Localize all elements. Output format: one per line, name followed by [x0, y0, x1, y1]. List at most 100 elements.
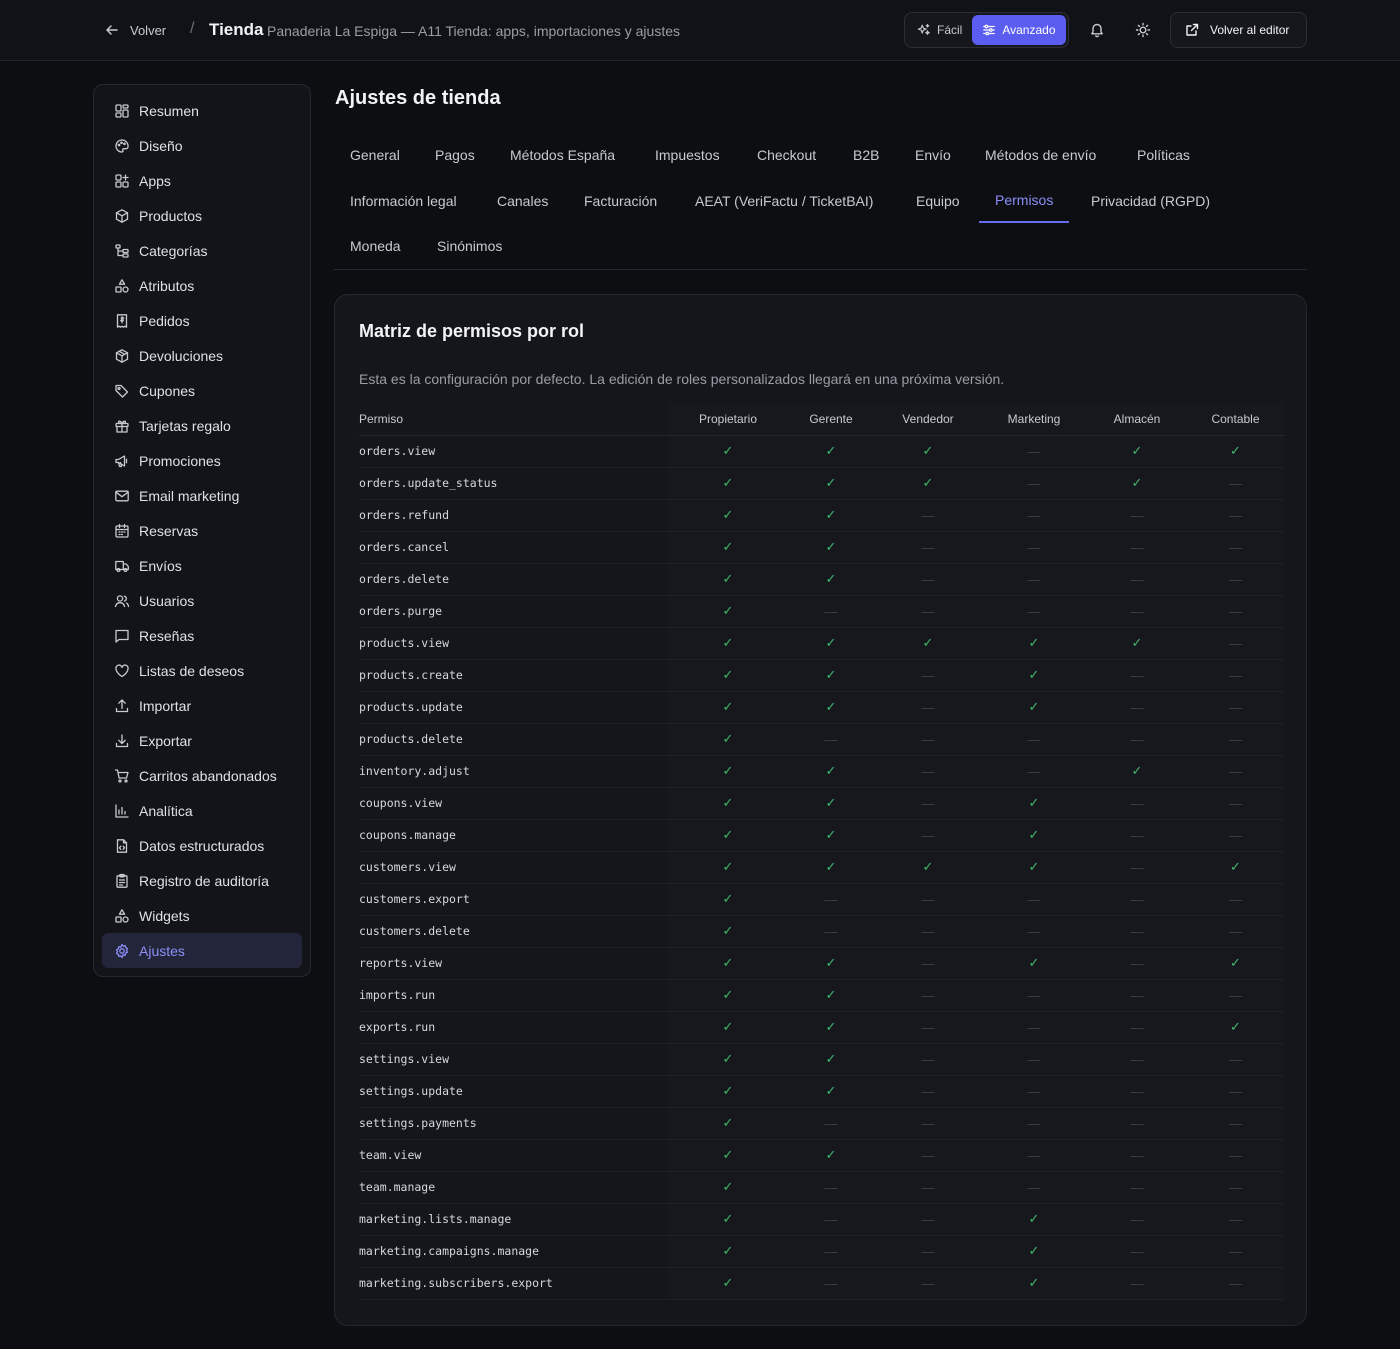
- tab-b2b[interactable]: B2B: [837, 133, 895, 177]
- sidebar-item-registro-de-auditoria[interactable]: Registro de auditoría: [102, 863, 302, 898]
- tab-politicas[interactable]: Políticas: [1121, 133, 1206, 177]
- breadcrumb-separator: /: [190, 20, 195, 37]
- card-description: Esta es la configuración por defecto. La…: [359, 371, 1005, 387]
- tab-aeat-verifactu-ticketbai[interactable]: AEAT (VeriFactu / TicketBAI): [679, 179, 889, 223]
- theme-toggle-button[interactable]: [1132, 19, 1154, 41]
- tab-sinonimos[interactable]: Sinónimos: [421, 224, 518, 268]
- permission-denied-dash: —: [1087, 1043, 1187, 1076]
- tab-permisos[interactable]: Permisos: [979, 179, 1070, 223]
- tab-facturacion[interactable]: Facturación: [568, 179, 673, 223]
- tab-moneda[interactable]: Moneda: [334, 224, 417, 268]
- permission-granted-check: ✓: [669, 691, 787, 724]
- mode-advanced-button[interactable]: Avanzado: [972, 15, 1066, 45]
- mode-advanced-label: Avanzado: [1002, 23, 1056, 37]
- sidebar-item-label: Email marketing: [139, 487, 240, 504]
- sidebar-item-reservas[interactable]: Reservas: [102, 513, 302, 548]
- mode-toggle: Fácil Avanzado: [904, 12, 1069, 48]
- permission-granted-check: ✓: [669, 851, 787, 884]
- permission-name: orders.view: [359, 435, 669, 468]
- permission-granted-check: ✓: [1187, 1011, 1284, 1044]
- permission-denied-dash: —: [875, 723, 981, 756]
- permission-name: marketing.subscribers.export: [359, 1267, 669, 1300]
- sidebar-item-pedidos[interactable]: Pedidos: [102, 303, 302, 338]
- permission-denied-dash: —: [875, 1075, 981, 1108]
- permission-granted-check: ✓: [981, 1203, 1087, 1236]
- sidebar-item-envios[interactable]: Envíos: [102, 548, 302, 583]
- sidebar-item-devoluciones[interactable]: Devoluciones: [102, 338, 302, 373]
- sidebar-item-carritos-abandonados[interactable]: Carritos abandonados: [102, 758, 302, 793]
- sidebar-item-cupones[interactable]: Cupones: [102, 373, 302, 408]
- tab-envio[interactable]: Envío: [899, 133, 967, 177]
- sidebar-item-analitica[interactable]: Analítica: [102, 793, 302, 828]
- permission-granted-check: ✓: [787, 691, 875, 724]
- permission-denied-dash: —: [1087, 1235, 1187, 1268]
- permission-denied-dash: —: [981, 883, 1087, 916]
- sidebar-item-diseno[interactable]: Diseño: [102, 128, 302, 163]
- sidebar: Resumen Diseño Apps Productos Categorías Atri…: [93, 84, 311, 977]
- bell-icon: [1091, 23, 1103, 38]
- sidebar-item-ajustes[interactable]: Ajustes: [102, 933, 302, 968]
- permission-granted-check: ✓: [787, 563, 875, 596]
- back-button[interactable]: Volver: [104, 19, 166, 41]
- permission-granted-check: ✓: [787, 947, 875, 980]
- permission-denied-dash: —: [875, 883, 981, 916]
- sidebar-item-label: Diseño: [139, 137, 183, 154]
- permission-name: customers.export: [359, 883, 669, 916]
- sidebar-item-atributos[interactable]: Atributos: [102, 268, 302, 303]
- sidebar-item-importar[interactable]: Importar: [102, 688, 302, 723]
- sidebar-item-email-marketing[interactable]: Email marketing: [102, 478, 302, 513]
- mode-easy-button[interactable]: Fácil: [907, 15, 972, 45]
- permission-denied-dash: —: [1087, 1139, 1187, 1172]
- tab-pagos[interactable]: Pagos: [419, 133, 491, 177]
- permission-name: inventory.adjust: [359, 755, 669, 788]
- tab-canales[interactable]: Canales: [481, 179, 564, 223]
- permission-denied-dash: —: [1087, 659, 1187, 692]
- permission-denied-dash: —: [875, 1171, 981, 1204]
- notifications-button[interactable]: [1086, 19, 1108, 41]
- permission-denied-dash: —: [1187, 691, 1284, 724]
- permission-granted-check: ✓: [669, 1043, 787, 1076]
- permission-denied-dash: —: [1187, 1203, 1284, 1236]
- box-icon: [115, 208, 129, 223]
- permission-denied-dash: —: [875, 1203, 981, 1236]
- permission-denied-dash: —: [875, 979, 981, 1012]
- sidebar-item-apps[interactable]: Apps: [102, 163, 302, 198]
- permission-name: products.view: [359, 627, 669, 660]
- permission-denied-dash: —: [1087, 883, 1187, 916]
- permission-name: settings.view: [359, 1043, 669, 1076]
- sidebar-item-tarjetas-regalo[interactable]: Tarjetas regalo: [102, 408, 302, 443]
- permission-denied-dash: —: [1187, 819, 1284, 852]
- sidebar-item-label: Envíos: [139, 557, 182, 574]
- tab-metodos-espana[interactable]: Métodos España: [494, 133, 631, 177]
- tab-equipo[interactable]: Equipo: [900, 179, 976, 223]
- permission-denied-dash: —: [1087, 787, 1187, 820]
- sidebar-item-widgets[interactable]: Widgets: [102, 898, 302, 933]
- permission-denied-dash: —: [1187, 499, 1284, 532]
- tab-metodos-de-envio[interactable]: Métodos de envío: [969, 133, 1112, 177]
- permission-denied-dash: —: [981, 1011, 1087, 1044]
- permission-denied-dash: —: [1187, 659, 1284, 692]
- tab-informacion-legal[interactable]: Información legal: [334, 179, 473, 223]
- permission-denied-dash: —: [1187, 1139, 1284, 1172]
- sidebar-item-exportar[interactable]: Exportar: [102, 723, 302, 758]
- table-row: marketing.lists.manage ✓ — — ✓ — —: [359, 1203, 1284, 1236]
- column-header-propietario: Propietario: [669, 403, 787, 436]
- sidebar-item-listas-de-deseos[interactable]: Listas de deseos: [102, 653, 302, 688]
- back-to-editor-button[interactable]: Volver al editor: [1170, 12, 1307, 48]
- permission-granted-check: ✓: [787, 627, 875, 660]
- permission-name: products.update: [359, 691, 669, 724]
- tab-impuestos[interactable]: Impuestos: [639, 133, 736, 177]
- sidebar-item-resumen[interactable]: Resumen: [102, 93, 302, 128]
- permission-granted-check: ✓: [669, 659, 787, 692]
- sidebar-item-datos-estructurados[interactable]: Datos estructurados: [102, 828, 302, 863]
- tab-checkout[interactable]: Checkout: [741, 133, 832, 177]
- tab-general[interactable]: General: [334, 133, 416, 177]
- sidebar-item-productos[interactable]: Productos: [102, 198, 302, 233]
- sidebar-item-resenas[interactable]: Reseñas: [102, 618, 302, 653]
- sidebar-item-usuarios[interactable]: Usuarios: [102, 583, 302, 618]
- tab-privacidad-rgpd[interactable]: Privacidad (RGPD): [1075, 179, 1226, 223]
- sidebar-item-categorias[interactable]: Categorías: [102, 233, 302, 268]
- table-row: coupons.manage ✓ ✓ — ✓ — —: [359, 819, 1284, 852]
- sidebar-item-promociones[interactable]: Promociones: [102, 443, 302, 478]
- category-tree-icon: [115, 243, 129, 258]
